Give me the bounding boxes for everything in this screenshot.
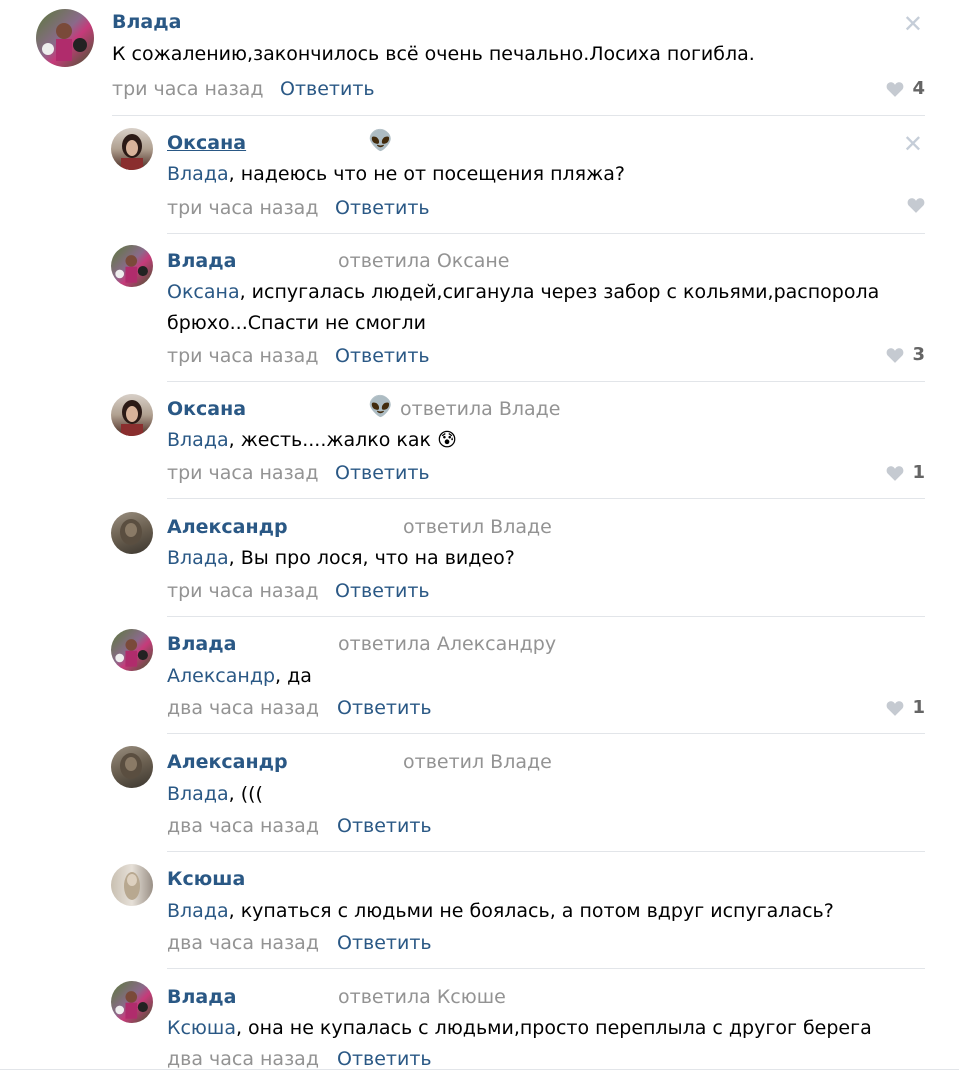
comment-text-content: , она не купалась с людьми,просто перепл… <box>235 1017 872 1039</box>
comment-text-content: , надеюсь что не от посещения пляжа? <box>228 163 625 185</box>
like-button[interactable]: 4 <box>886 78 925 99</box>
comment-timestamp[interactable]: два часа назад <box>167 697 319 719</box>
like-button[interactable] <box>907 197 925 213</box>
comment-text-content: , Вы про лося, что на видео? <box>228 547 515 569</box>
avatar[interactable] <box>111 981 153 1023</box>
reply-button[interactable]: Ответить <box>337 815 432 837</box>
heart-icon <box>887 700 904 716</box>
comment-author[interactable]: Оксана <box>167 398 246 420</box>
replied-to-link[interactable]: ответила Александру <box>338 633 556 655</box>
divider <box>112 115 925 116</box>
replied-to-link[interactable]: ответил Владе <box>403 516 552 538</box>
divider <box>167 968 925 969</box>
comment-text: Ксюша, она не купалась с людьми,просто п… <box>167 1013 927 1044</box>
comment-author[interactable]: Оксана <box>167 132 246 154</box>
comment-text: Оксана, испугалась людей,сиганула через … <box>167 277 927 339</box>
avatar[interactable] <box>111 394 153 436</box>
like-button[interactable]: 1 <box>886 697 925 718</box>
reply-button[interactable]: Ответить <box>335 462 430 484</box>
reply-button[interactable]: Ответить <box>335 580 430 602</box>
close-icon[interactable]: ✕ <box>903 130 923 158</box>
reply-button[interactable]: Ответить <box>280 78 375 100</box>
mention-link[interactable]: Ксюша <box>167 1017 236 1039</box>
comment-text-content: , испугалась людей,сиганула через забор … <box>167 281 880 334</box>
comment-timestamp[interactable]: два часа назад <box>167 1048 319 1070</box>
mention-link[interactable]: Влада <box>167 429 229 451</box>
reply-button[interactable]: Ответить <box>337 697 432 719</box>
comment-thread: Влада ✕ К сожалению,закончилось всё очен… <box>0 0 959 1087</box>
comment-text: Александр, да <box>167 661 927 692</box>
mention-link[interactable]: Оксана <box>167 281 240 303</box>
comment-text-content: , да <box>275 665 312 687</box>
comment-timestamp[interactable]: три часа назад <box>167 197 318 219</box>
replied-to-link[interactable]: ответила Оксане <box>338 250 509 272</box>
comment-author[interactable]: Ксюша <box>167 868 245 890</box>
comment-text-content: , жесть....жалко как <box>228 429 432 451</box>
heart-icon <box>887 465 904 481</box>
divider <box>167 381 925 382</box>
comment-text: Влада, Вы про лося, что на видео? <box>167 543 927 574</box>
replied-to-link[interactable]: ответил Владе <box>403 751 552 773</box>
divider <box>167 733 925 734</box>
comment-author[interactable]: Александр <box>167 516 288 538</box>
reply-button[interactable]: Ответить <box>337 1048 432 1070</box>
comment-text: К сожалению,закончилось всё очень печаль… <box>112 39 872 70</box>
close-icon[interactable]: ✕ <box>903 10 923 38</box>
heart-icon <box>907 198 925 213</box>
comment-text: Влада, ((( <box>167 779 927 810</box>
avatar[interactable] <box>111 245 153 287</box>
comment-author[interactable]: Влада <box>167 633 236 655</box>
avatar[interactable] <box>36 9 94 67</box>
like-count: 1 <box>912 462 925 483</box>
avatar[interactable] <box>111 629 153 671</box>
replied-to-link[interactable]: ответила Ксюше <box>338 986 506 1008</box>
comment-text: Влада, надеюсь что не от посещения пляжа… <box>167 159 927 190</box>
comment-timestamp[interactable]: три часа назад <box>167 462 318 484</box>
mention-link[interactable]: Влада <box>167 900 229 922</box>
alien-emoji-icon: 👽 <box>368 394 393 418</box>
heart-icon <box>887 81 904 97</box>
reply-button[interactable]: Ответить <box>337 932 432 954</box>
comment-text: Влада, купаться с людьми не боялась, а п… <box>167 896 927 927</box>
divider <box>0 1069 959 1070</box>
comment-author[interactable]: Влада <box>167 986 236 1008</box>
comment-timestamp[interactable]: три часа назад <box>167 580 318 602</box>
avatar[interactable] <box>111 864 153 906</box>
reply-button[interactable]: Ответить <box>335 197 430 219</box>
alien-emoji-icon: 👽 <box>368 128 393 152</box>
mention-link[interactable]: Влада <box>167 163 229 185</box>
comment-author[interactable]: Александр <box>167 751 288 773</box>
heart-icon <box>887 347 904 363</box>
avatar[interactable] <box>111 512 153 554</box>
mention-link[interactable]: Влада <box>167 783 229 805</box>
divider <box>167 616 925 617</box>
comment-text: Влада, жесть....жалко как 😰 <box>167 425 927 456</box>
comment-text-content: К сожалению,закончилось всё очень печаль… <box>112 43 755 65</box>
like-button[interactable]: 1 <box>886 462 925 483</box>
like-button[interactable]: 3 <box>886 344 925 365</box>
like-count: 1 <box>912 697 925 718</box>
avatar[interactable] <box>111 746 153 788</box>
mention-link[interactable]: Влада <box>167 547 229 569</box>
anxious-face-emoji-icon: 😰 <box>437 429 457 451</box>
comment-text-content: , купаться с людьми не боялась, а потом … <box>228 900 834 922</box>
replied-to-link[interactable]: ответила Владе <box>400 398 560 420</box>
mention-link[interactable]: Александр <box>167 665 275 687</box>
comment-author[interactable]: Влада <box>112 11 181 33</box>
divider <box>167 233 925 234</box>
comment-timestamp[interactable]: два часа назад <box>167 815 319 837</box>
avatar[interactable] <box>111 128 153 170</box>
divider <box>167 498 925 499</box>
comment-timestamp[interactable]: два часа назад <box>167 932 319 954</box>
divider <box>167 851 925 852</box>
like-count: 4 <box>912 78 925 99</box>
comment-author[interactable]: Влада <box>167 250 236 272</box>
reply-button[interactable]: Ответить <box>335 345 430 367</box>
comment-timestamp[interactable]: три часа назад <box>112 78 263 100</box>
comment-text-content: , ((( <box>228 783 263 805</box>
comment-timestamp[interactable]: три часа назад <box>167 345 318 367</box>
like-count: 3 <box>912 344 925 365</box>
